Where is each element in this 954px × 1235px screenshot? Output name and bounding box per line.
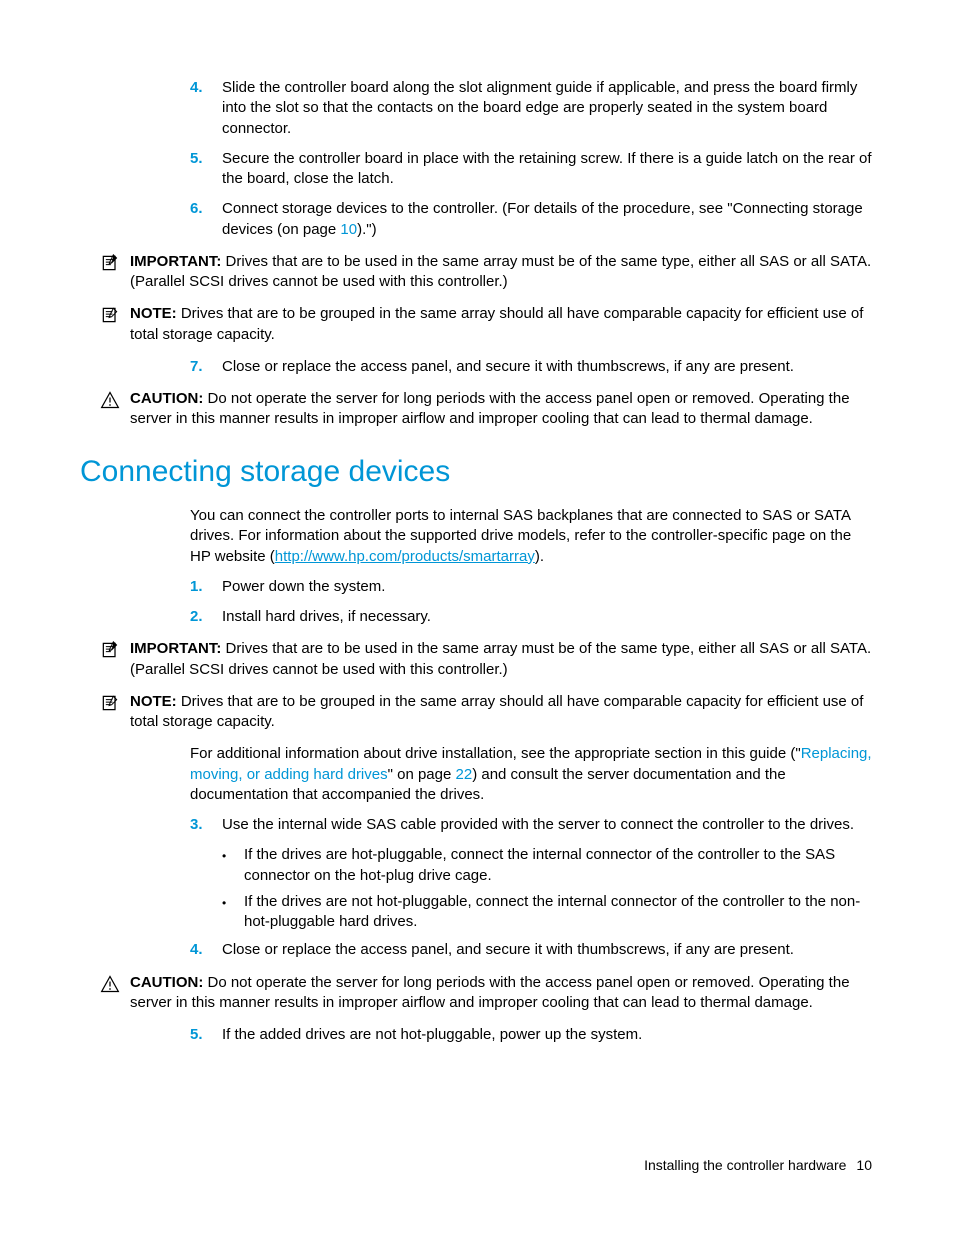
callout-text: Drives that are to be grouped in the sam… [130,305,863,342]
text-run: " on page [388,766,456,783]
callout-body: CAUTION: Do not operate the server for l… [130,973,872,1014]
bullet-icon: • [222,892,244,933]
callout-body: CAUTION: Do not operate the server for l… [130,389,872,430]
list-item: 6. Connect storage devices to the contro… [190,199,872,240]
ordered-list: 7. Close or replace the access panel, an… [80,357,872,377]
list-text: Power down the system. [222,577,872,597]
ordered-list: 1. Power down the system. 2. Install har… [80,577,872,628]
callout-body: IMPORTANT: Drives that are to be used in… [130,639,872,680]
paragraph: For additional information about drive i… [80,744,872,805]
note-icon [100,692,130,733]
callout-text: Drives that are to be used in the same a… [130,253,871,290]
list-item: 2. Install hard drives, if necessary. [190,607,872,627]
important-icon [100,639,130,680]
callout-text: Drives that are to be grouped in the sam… [130,693,863,730]
footer-page-number: 10 [856,1157,872,1173]
callout-label: CAUTION: [130,974,203,991]
caution-icon [100,973,130,1014]
callout-body: NOTE: Drives that are to be grouped in t… [130,304,872,345]
list-item: • If the drives are hot-pluggable, conne… [222,845,872,886]
list-number: 4. [190,78,222,139]
list-item: 5. If the added drives are not hot-plugg… [190,1025,872,1045]
list-text: If the drives are not hot-pluggable, con… [244,892,872,933]
ordered-list: 5. If the added drives are not hot-plugg… [80,1025,872,1045]
callout-label: CAUTION: [130,390,203,407]
page-reference-link[interactable]: 10 [340,221,357,238]
callout-text: Do not operate the server for long perio… [130,974,850,1011]
list-item: 4. Close or replace the access panel, an… [190,940,872,960]
callout-note: NOTE: Drives that are to be grouped in t… [100,304,872,345]
unordered-list: • If the drives are hot-pluggable, conne… [80,845,872,932]
list-number: 2. [190,607,222,627]
document-page: 4. Slide the controller board along the … [0,0,954,1235]
list-item: • If the drives are not hot-pluggable, c… [222,892,872,933]
list-item: 7. Close or replace the access panel, an… [190,357,872,377]
list-item: 1. Power down the system. [190,577,872,597]
external-link[interactable]: http://www.hp.com/products/smartarray [275,548,535,565]
list-text: Install hard drives, if necessary. [222,607,872,627]
ordered-list: 4. Close or replace the access panel, an… [80,940,872,960]
list-text: Close or replace the access panel, and s… [222,940,872,960]
caution-icon [100,389,130,430]
page-footer: Installing the controller hardware 10 [644,1156,872,1175]
list-number: 1. [190,577,222,597]
list-item: 5. Secure the controller board in place … [190,149,872,190]
footer-section-title: Installing the controller hardware [644,1157,846,1173]
note-icon [100,304,130,345]
list-number: 6. [190,199,222,240]
callout-caution: CAUTION: Do not operate the server for l… [100,389,872,430]
callout-caution: CAUTION: Do not operate the server for l… [100,973,872,1014]
list-text: Close or replace the access panel, and s… [222,357,872,377]
list-item: 4. Slide the controller board along the … [190,78,872,139]
list-text: Secure the controller board in place wit… [222,149,872,190]
text-run: ).") [357,221,376,238]
callout-text: Drives that are to be used in the same a… [130,640,871,677]
ordered-list: 3. Use the internal wide SAS cable provi… [80,815,872,835]
callout-body: NOTE: Drives that are to be grouped in t… [130,692,872,733]
page-reference-link[interactable]: 22 [456,766,473,783]
paragraph: You can connect the controller ports to … [80,506,872,567]
list-text: Use the internal wide SAS cable provided… [222,815,872,835]
important-icon [100,252,130,293]
ordered-list-top: 4. Slide the controller board along the … [80,78,872,240]
list-number: 4. [190,940,222,960]
list-number: 7. [190,357,222,377]
text-run: For additional information about drive i… [190,745,801,762]
list-text: If the drives are hot-pluggable, connect… [244,845,872,886]
list-item: 3. Use the internal wide SAS cable provi… [190,815,872,835]
callout-text: Do not operate the server for long perio… [130,390,850,427]
callout-label: IMPORTANT: [130,253,221,270]
callout-body: IMPORTANT: Drives that are to be used in… [130,252,872,293]
callout-note: NOTE: Drives that are to be grouped in t… [100,692,872,733]
callout-label: IMPORTANT: [130,640,221,657]
list-text: If the added drives are not hot-pluggabl… [222,1025,872,1045]
list-number: 3. [190,815,222,835]
list-text: Connect storage devices to the controlle… [222,199,872,240]
callout-label: NOTE: [130,305,177,322]
list-number: 5. [190,149,222,190]
text-run: ). [535,548,544,565]
list-number: 5. [190,1025,222,1045]
section-heading: Connecting storage devices [80,452,872,493]
callout-important: IMPORTANT: Drives that are to be used in… [100,252,872,293]
callout-label: NOTE: [130,693,177,710]
callout-important: IMPORTANT: Drives that are to be used in… [100,639,872,680]
bullet-icon: • [222,845,244,886]
list-text: Slide the controller board along the slo… [222,78,872,139]
text-run: Connect storage devices to the controlle… [222,200,863,237]
